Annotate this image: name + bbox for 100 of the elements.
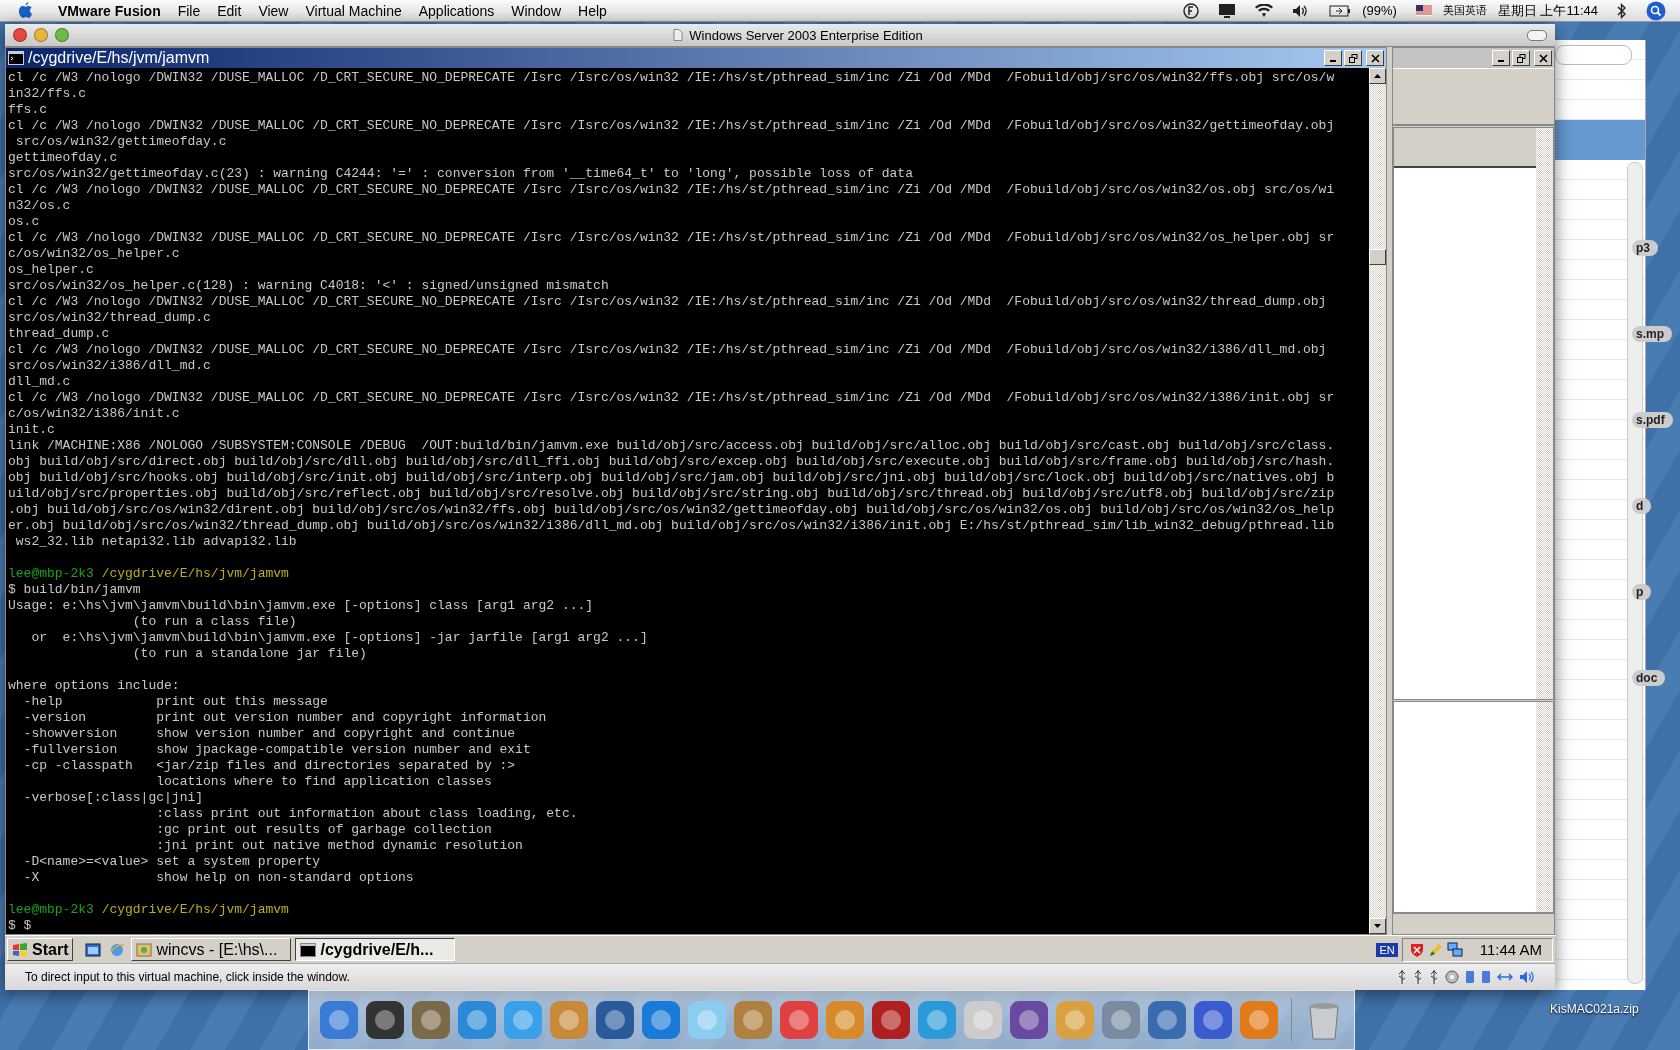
close-icon xyxy=(1370,53,1380,63)
console-line: -help print out this message xyxy=(22,694,329,710)
console-line: in32/ffs.c xyxy=(8,86,87,102)
drive-icon[interactable] xyxy=(1465,970,1475,984)
search-field[interactable] xyxy=(1555,45,1632,65)
app-icon[interactable] xyxy=(1007,998,1051,1042)
menu-clock[interactable]: 星期日 上午11:44 xyxy=(1497,1,1598,20)
scroll-up-button[interactable] xyxy=(1369,68,1386,84)
toolbar-toggle-button[interactable] xyxy=(1527,29,1547,41)
console-line: src/os/win32/gettimeofday.c(23) : warning C4244: '=' : conversion from '__time64_t' to 'long', possible loss of data xyxy=(8,166,914,182)
down-arrow-icon xyxy=(1374,924,1381,928)
console-line: gettimeofday.c xyxy=(8,150,119,166)
app-icon[interactable] xyxy=(869,998,913,1042)
usb-icon[interactable] xyxy=(1413,969,1423,985)
prompt-user: lee@mbp-2k3 xyxy=(8,902,94,917)
app-icon xyxy=(136,942,153,957)
start-button[interactable]: Start xyxy=(7,938,74,961)
menu-item[interactable]: Edit xyxy=(217,2,242,19)
console-line: .obj build/obj/src/os/win32/dirent.obj build/obj/src/os/win32/ffs.obj build/obj/src/os/win32/gettimeofday.obj build/obj/src/os/win32/os.obj build/obj/src/os/win32/os_help xyxy=(8,502,1336,518)
window-title: /cygdrive/E/hs/jvm/jamvm xyxy=(28,49,211,67)
console-line: or e:\hs\jvm\jamvm\build\bin\jamvm.exe [-options] -jar jarfile [arg1 arg2 ...] xyxy=(30,630,649,646)
menu-item[interactable]: View xyxy=(258,2,289,19)
app-icon[interactable] xyxy=(593,998,637,1042)
console-line: ws2_32.lib netapi32.lib advapi32.lib xyxy=(14,534,298,550)
restore-button[interactable] xyxy=(1344,50,1362,66)
network-arrows-icon[interactable] xyxy=(1497,972,1513,982)
desktop-file-label[interactable]: s.mp xyxy=(1632,326,1672,342)
console-line: $ $ xyxy=(8,918,33,934)
window-title: Windows Server 2003 Enterprise Edition xyxy=(689,27,923,43)
circle-f-icon[interactable] xyxy=(1183,2,1200,19)
console-line: src/os/win32/os_helper.c(128) : warning C4018: '<' : signed/unsigned mismatch xyxy=(8,278,610,294)
taskbar-button[interactable]: /cygdrive/E/h... xyxy=(295,938,456,961)
desktop-file-label[interactable]: doc xyxy=(1632,670,1666,686)
usb-icon[interactable] xyxy=(1397,969,1407,985)
input-method-label[interactable]: 美国英语 xyxy=(1442,3,1487,18)
console-line: -showversion show version number and copyright and continue xyxy=(22,726,517,742)
console-line: cl /c /W3 /nologo /DWIN32 /DUSE_MALLOC /D_CRT_SECURE_NO_DEPRECATE /Isrc /Isrc/os/win32 /IE:/hs/st/pthread_sim/inc /Zi /Od /MDd /Fobuild/obj/src/os/win32/ffs.obj src/os/w xyxy=(8,70,1336,86)
up-arrow-icon xyxy=(1374,74,1381,78)
restore-button[interactable] xyxy=(1512,50,1530,66)
apple-icon[interactable] xyxy=(18,2,33,19)
console-line: cl /c /W3 /nologo /DWIN32 /DUSE_MALLOC /D_CRT_SECURE_NO_DEPRECATE /Isrc /Isrc/os/win32 /IE:/hs/st/pthread_sim/inc /Zi /Od /MDd /Fobuild/obj/src/os/win32/i386/init.obj sr xyxy=(8,390,1336,406)
language-indicator[interactable]: EN xyxy=(1376,942,1398,957)
status-message: To direct input to this virtual machine, click inside the window. xyxy=(25,970,350,984)
menu-item[interactable]: Help xyxy=(578,2,607,19)
console-line: cl /c /W3 /nologo /DWIN32 /DUSE_MALLOC /D_CRT_SECURE_NO_DEPRECATE /Isrc /Isrc/os/win32 /IE:/hs/st/pthread_sim/inc /Zi /Od /MDd /Fobuild/obj/src/os/win32/os.obj src/os/wi xyxy=(8,182,1336,198)
console-line: src/os/win32/i386/dll_md.c xyxy=(8,358,212,374)
console-line: src/os/win32/thread_dump.c xyxy=(8,310,212,326)
scroll-bar[interactable] xyxy=(1536,128,1553,699)
wifi-icon[interactable] xyxy=(1255,3,1274,18)
console-line: os_helper.c xyxy=(8,262,95,278)
scroll-thumb[interactable] xyxy=(1369,249,1386,265)
desktop-shortcut-icon[interactable] xyxy=(85,941,102,958)
restore-icon xyxy=(1348,53,1358,63)
network-icon[interactable] xyxy=(1446,941,1463,958)
app-icon[interactable] xyxy=(1145,998,1189,1042)
console-line: where options include: xyxy=(8,678,181,694)
menu-item[interactable]: File xyxy=(177,2,201,19)
console-icon xyxy=(300,942,317,957)
desktop-file-label[interactable]: d xyxy=(1632,498,1652,514)
console-line: uild/obj/src/properties.obj build/obj/src/reflect.obj build/obj/src/resolve.obj build/obj/src/string.obj build/obj/src/thread.obj build/obj/src/utf8.obj build/obj/src/zip xyxy=(8,486,1336,502)
zoom-button[interactable] xyxy=(55,28,69,42)
console-line: $ build/bin/jamvm xyxy=(8,582,142,598)
console-line: :jni print out native method dynamic resolution xyxy=(155,838,524,854)
console-line: os.c xyxy=(8,214,41,230)
console-line: dll_md.c xyxy=(8,374,72,390)
app-menu[interactable]: VMware Fusion xyxy=(58,2,161,19)
app-icon[interactable] xyxy=(1191,998,1235,1042)
console-line: cl /c /W3 /nologo /DWIN32 /DUSE_MALLOC /D_CRT_SECURE_NO_DEPRECATE /Isrc /Isrc/os/win32 /IE:/hs/st/pthread_sim/inc /Zi /Od /MDd /Fobuild/obj/src/os/win32/i386/dll_md.obj xyxy=(8,342,1328,358)
console-line: -verbose[:class|gc|jni] xyxy=(22,790,205,806)
close-icon xyxy=(1538,53,1548,63)
browser-icon[interactable] xyxy=(109,941,126,958)
menu-item[interactable]: Virtual Machine xyxy=(305,2,402,19)
search-icon[interactable] xyxy=(1646,0,1666,21)
console-line: obj build/obj/src/direct.obj build/obj/src/dll.obj build/obj/src/dll_ffi.obj build/obj/src/excep.obj build/obj/src/execute.obj build/obj/src/frame.obj build/obj/src/hash. xyxy=(8,454,1336,470)
disc-icon[interactable] xyxy=(1445,970,1459,984)
desktop-file-label[interactable]: s.pdf xyxy=(1632,412,1673,428)
desktop-file-label[interactable]: p xyxy=(1632,584,1652,600)
battery-icon[interactable] xyxy=(1329,4,1352,17)
restore-icon xyxy=(1516,53,1526,63)
prompt-user: lee@mbp-2k3 xyxy=(8,566,94,581)
usb-icon[interactable] xyxy=(1429,969,1439,985)
desktop-file-label[interactable]: p3 xyxy=(1632,240,1658,256)
scroll-bar[interactable] xyxy=(1536,702,1553,912)
console-line: thread_dump.c xyxy=(8,326,111,342)
console-line: -cp -classpath <jar/zip files and directories separated by :> xyxy=(22,758,517,774)
console-line: (to run a class file) xyxy=(131,614,298,630)
taskbar-button[interactable]: wincvs - [E:\hs\... xyxy=(131,938,292,961)
console-line: :gc print out results of garbage collection xyxy=(155,822,493,838)
scroll-down-button[interactable] xyxy=(1369,918,1386,934)
drive-icon[interactable] xyxy=(1481,970,1491,984)
display-icon[interactable] xyxy=(1218,2,1237,19)
app-icon[interactable] xyxy=(363,998,407,1042)
shield-icon[interactable] xyxy=(1408,941,1425,958)
desktop-file-label[interactable]: KisMAC021a.zip xyxy=(1550,1002,1639,1016)
menu-item[interactable]: Applications xyxy=(418,2,495,19)
bluetooth-icon[interactable] xyxy=(1617,2,1627,19)
flag-icon[interactable] xyxy=(1415,5,1432,16)
menu-item[interactable]: Window xyxy=(511,2,561,19)
scroll-bar[interactable] xyxy=(1369,68,1386,934)
pencil-icon[interactable] xyxy=(1427,941,1444,958)
